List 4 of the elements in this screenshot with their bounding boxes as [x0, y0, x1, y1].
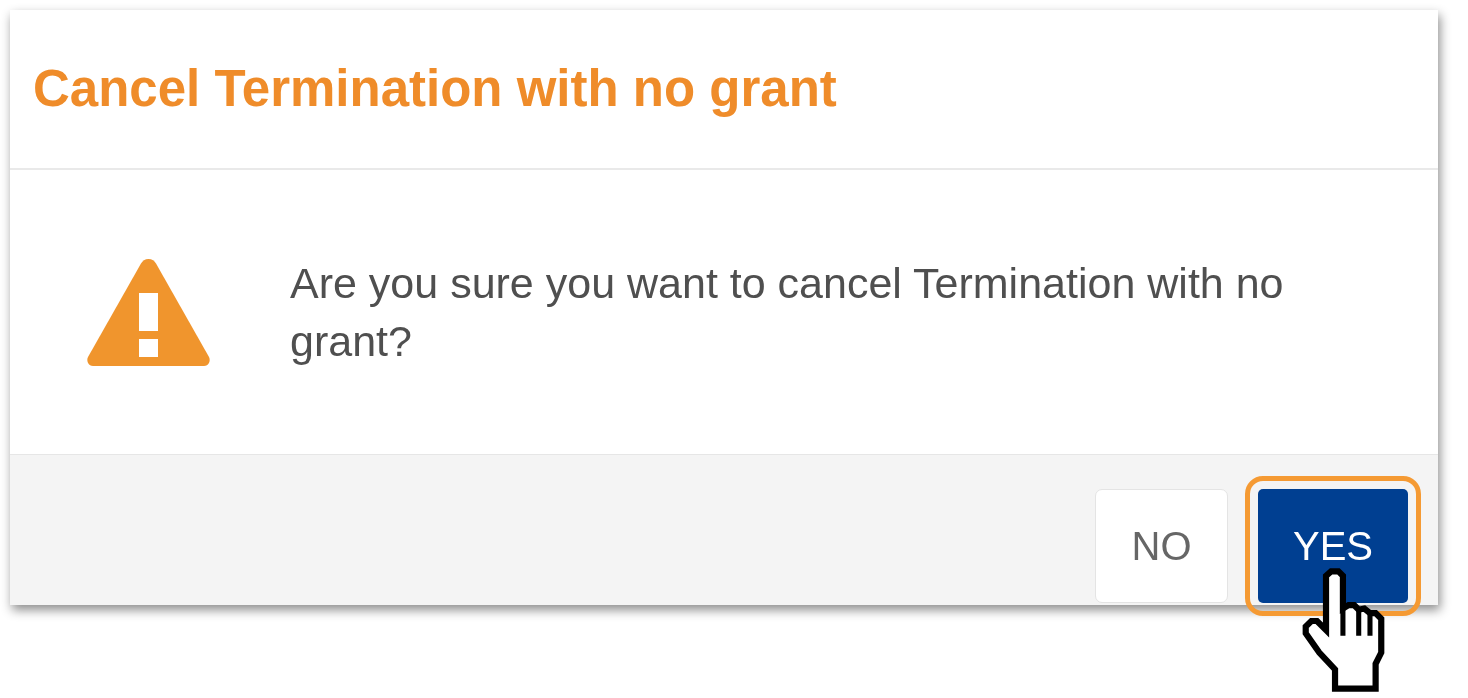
dialog-message: Are you sure you want to cancel Termination with no grant? [290, 258, 1285, 367]
dialog-title: Cancel Termination with no grant [33, 59, 837, 120]
confirm-button[interactable]: YES [1245, 476, 1421, 616]
cancel-button[interactable]: NO [1095, 489, 1228, 603]
